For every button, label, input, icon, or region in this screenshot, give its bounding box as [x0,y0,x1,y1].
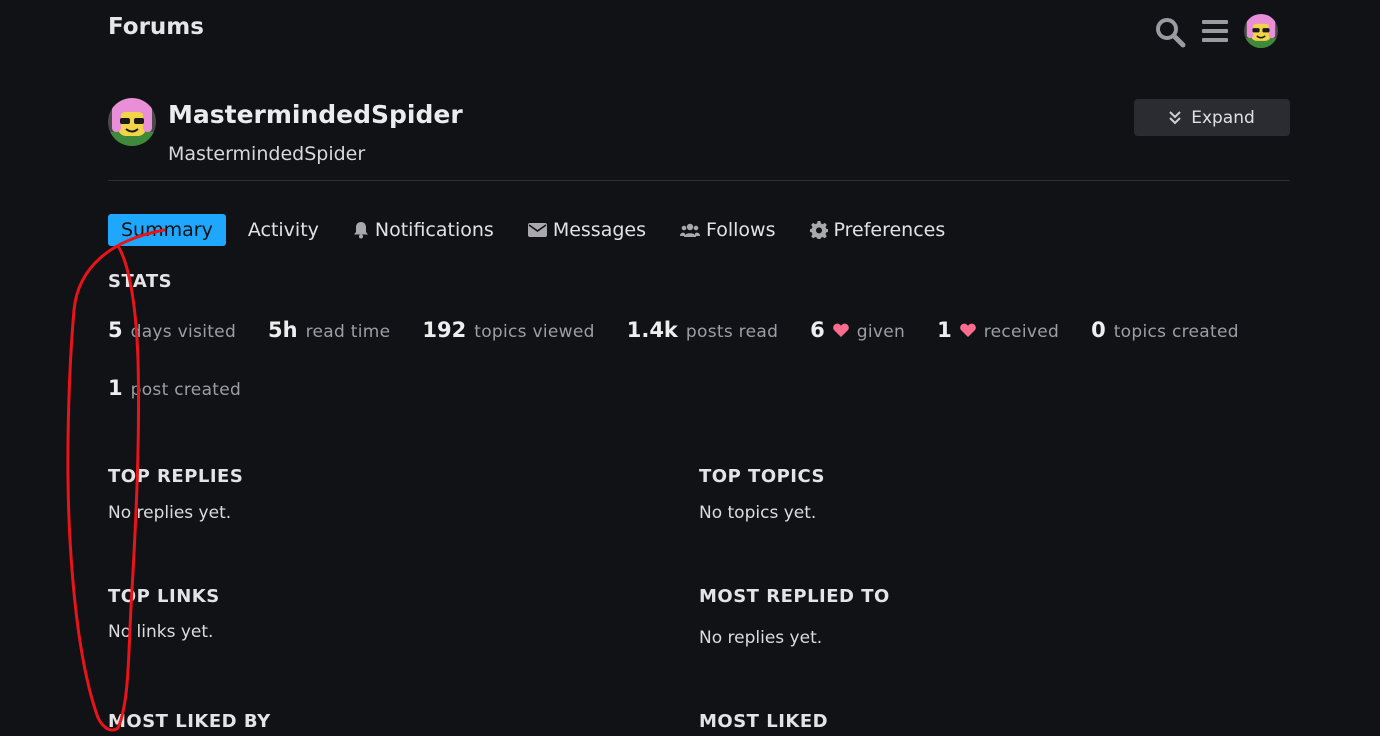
most-replied-to-heading: MOST REPLIED TO [699,586,890,607]
stat-value: 0 [1091,318,1106,342]
tab-follows[interactable]: Follows [668,214,788,246]
user-avatar-icon[interactable] [1244,14,1278,48]
stat-value: 1 [108,376,123,400]
stats-heading: STATS [108,271,173,292]
tab-messages[interactable]: Messages [516,214,658,246]
expand-label: Expand [1191,107,1255,128]
tab-activity[interactable]: Activity [236,214,331,246]
top-replies-empty: No replies yet. [108,503,232,523]
chevrons-down-icon [1169,110,1181,124]
profile-avatar-icon[interactable] [108,98,156,146]
stat-value: 1 [937,318,952,342]
tab-label: Preferences [833,219,946,241]
stat-label: read time [305,322,391,342]
stat-label: post created [130,380,242,400]
tab-preferences[interactable]: Preferences [798,214,958,246]
tab-label: Notifications [374,219,494,241]
envelope-icon [527,223,547,237]
stat-value: 6 [810,318,825,342]
stat-posts-read: 1.4k posts read [627,318,778,342]
search-icon[interactable] [1154,16,1186,48]
stat-topics-created: 0 topics created [1091,318,1239,342]
most-liked-by-heading: MOST LIKED BY [108,711,271,732]
stat-posts-created: 1 post created [108,376,241,400]
profile-display-name: MastermindedSpider [168,100,463,129]
stat-value: 1.4k [626,318,678,342]
stat-label: received [983,322,1060,342]
tab-label: Activity [247,219,319,241]
top-links-heading: TOP LINKS [108,586,220,607]
stat-likes-given: 6 given [810,318,905,342]
stats-list: 5 days visited 5h read time 192 topics v… [108,318,1248,400]
stat-topics-viewed: 192 topics viewed [422,318,594,342]
stat-days-visited: 5 days visited [108,318,236,342]
stat-label: given [856,322,906,342]
top-topics-heading[interactable]: TOP TOPICS [699,466,825,487]
most-liked-heading: MOST LIKED [699,711,829,732]
hamburger-menu-icon[interactable] [1201,18,1229,44]
expand-button[interactable]: Expand [1134,99,1290,136]
most-replied-to-empty: No replies yet. [699,628,823,648]
stat-value: 5h [268,318,298,342]
stat-value: 5 [108,318,123,342]
site-title[interactable]: Forums [108,14,204,40]
tab-label: Messages [552,219,646,241]
stat-read-time: 5h read time [268,318,390,342]
profile-tabs: Summary Activity Notifications Messages … [108,214,967,246]
stat-label: topics viewed [474,322,595,342]
tab-label: Follows [706,219,776,241]
tab-label: Summary [121,219,213,241]
top-topics-empty: No topics yet. [699,503,817,523]
gear-icon [809,221,828,239]
profile-username: MastermindedSpider [168,143,366,165]
top-replies-heading[interactable]: TOP REPLIES [108,466,243,487]
heart-icon [832,323,849,337]
stat-label: days visited [130,322,237,342]
tab-summary[interactable]: Summary [108,214,226,246]
tab-notifications[interactable]: Notifications [341,214,506,246]
stat-label: posts read [685,322,779,342]
users-icon [680,223,700,237]
stat-label: topics created [1113,322,1239,342]
top-links-empty: No links yet. [108,622,214,642]
bell-icon [353,222,368,239]
stat-value: 192 [422,318,467,342]
heart-icon [959,323,976,337]
stat-likes-received: 1 received [937,318,1059,342]
header-divider [108,180,1290,181]
